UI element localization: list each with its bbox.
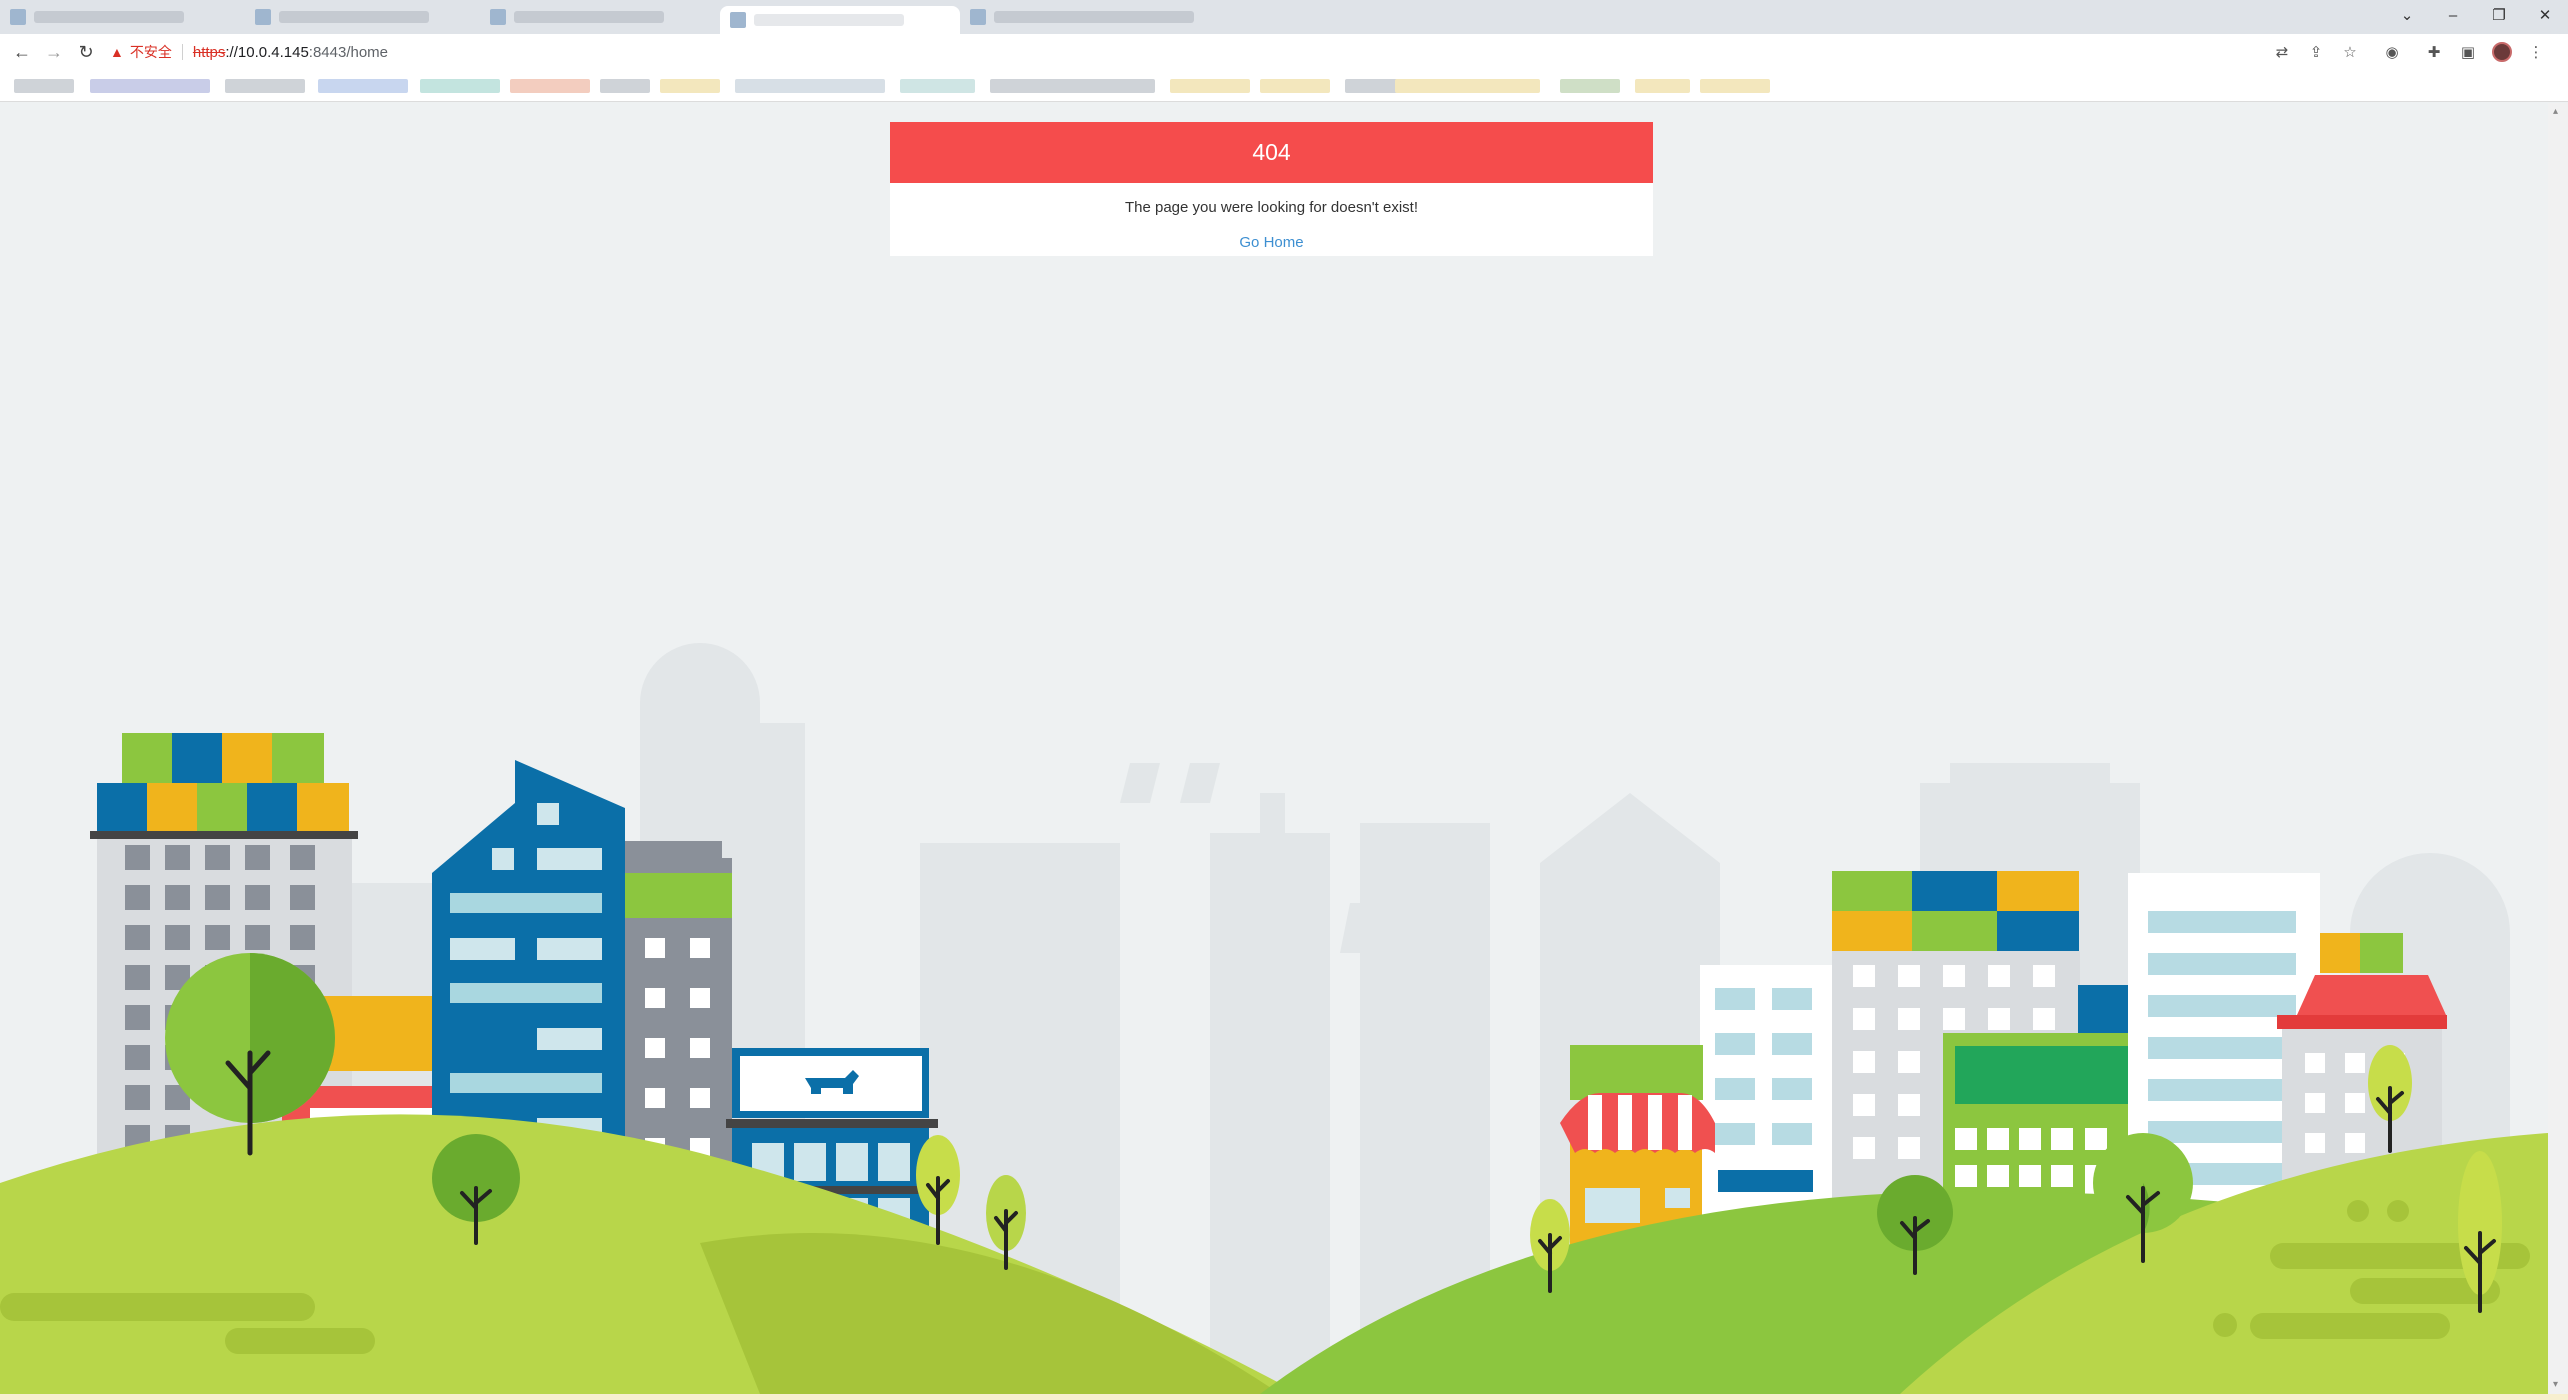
bookmark-item[interactable] (735, 79, 885, 93)
security-status-label[interactable]: 不安全 (130, 42, 172, 62)
puzzle-icon[interactable]: ✚ (2422, 40, 2446, 64)
bookmark-item[interactable] (420, 79, 500, 93)
bookmark-item[interactable] (318, 79, 408, 93)
forward-button[interactable]: → (42, 40, 66, 64)
page-viewport: 404 The page you were looking for doesn'… (0, 103, 2548, 1394)
tab-favicon-icon (490, 9, 506, 25)
tab-title-blurred (754, 14, 904, 26)
restore-button[interactable]: ❐ (2476, 0, 2522, 30)
minimize-button[interactable]: – (2430, 0, 2476, 30)
url-host: ://10.0.4.145 (225, 43, 309, 61)
tab-title-blurred (34, 11, 184, 23)
bookmark-item[interactable] (1560, 79, 1620, 93)
browser-tab[interactable] (0, 6, 194, 28)
bookmark-item[interactable] (1170, 79, 1250, 93)
close-window-button[interactable]: ✕ (2522, 0, 2568, 30)
hill-left-shadow (700, 1233, 1280, 1394)
extension-badge-icon[interactable]: ◉ (2372, 40, 2412, 64)
tab-title-blurred (279, 11, 429, 23)
browser-tab[interactable] (960, 6, 1204, 28)
reload-button[interactable]: ↻ (74, 40, 98, 64)
error-code: 404 (1252, 139, 1291, 165)
bookmark-item[interactable] (1260, 79, 1330, 93)
bookmark-item[interactable] (1470, 79, 1540, 93)
tab-favicon-icon (970, 9, 986, 25)
bookmark-item[interactable] (900, 79, 975, 93)
tab-favicon-icon (10, 9, 26, 25)
bookmarks-bar (0, 70, 2568, 102)
address-bar[interactable]: ▲ 不安全 https://10.0.4.145:8443/home (110, 39, 388, 65)
share-icon[interactable]: ⇪ (2304, 40, 2328, 64)
tab-favicon-icon (255, 9, 271, 25)
bookmark-item[interactable] (14, 79, 74, 93)
profile-avatar[interactable] (2490, 40, 2514, 64)
warning-triangle-icon: ▲ (110, 44, 124, 60)
bookmark-item[interactable] (990, 79, 1155, 93)
bottom-strip (0, 1394, 2568, 1400)
tab-strip: ⌄ – ❐ ✕ (0, 0, 2568, 34)
star-icon[interactable]: ☆ (2338, 40, 2362, 64)
url-path: :8443/home (308, 43, 389, 61)
bookmark-item[interactable] (90, 79, 210, 93)
tab-title-blurred (514, 11, 664, 23)
toolbar-icons: ⇄ ⇪ ☆ ◉ ✚ ▣ ⋮ (2270, 40, 2548, 64)
vertical-scrollbar[interactable]: ▴ ▾ (2548, 103, 2568, 1394)
tab-favicon-icon (730, 12, 746, 28)
url-text[interactable]: https://10.0.4.145:8443/home (193, 44, 388, 61)
browser-tab[interactable] (480, 6, 674, 28)
tab-title-blurred (994, 11, 1194, 23)
go-home-link[interactable]: Go Home (890, 234, 1653, 251)
bookmark-item[interactable] (510, 79, 590, 93)
translate-icon[interactable]: ⇄ (2270, 40, 2294, 64)
bookmark-item[interactable] (1635, 79, 1690, 93)
back-button[interactable]: ← (10, 40, 34, 64)
error-header: 404 (890, 122, 1653, 183)
scroll-down-arrow-icon[interactable]: ▾ (2553, 1380, 2563, 1390)
tab-search-button[interactable]: ⌄ (2384, 0, 2430, 30)
scroll-up-arrow-icon[interactable]: ▴ (2553, 107, 2563, 117)
error-card: 404 The page you were looking for doesn'… (890, 122, 1653, 256)
bookmark-item[interactable] (600, 79, 650, 93)
browser-toolbar: ← → ↻ ▲ 不安全 https://10.0.4.145:8443/home… (0, 34, 2568, 70)
omnibox-divider (181, 44, 183, 60)
shop-awning (1560, 1093, 1715, 1153)
sidepanel-icon[interactable]: ▣ (2456, 40, 2480, 64)
avatar (2492, 42, 2512, 62)
browser-tab[interactable] (245, 6, 439, 28)
window-controls: ⌄ – ❐ ✕ (2384, 0, 2568, 30)
city-illustration (0, 643, 2548, 1394)
url-scheme: https (192, 43, 226, 61)
browser-tab-active[interactable] (720, 6, 960, 34)
bookmark-item[interactable] (1700, 79, 1770, 93)
error-message: The page you were looking for doesn't ex… (1124, 199, 1419, 216)
bookmark-item[interactable] (225, 79, 305, 93)
menu-icon[interactable]: ⋮ (2524, 40, 2548, 64)
bookmark-item[interactable] (660, 79, 720, 93)
